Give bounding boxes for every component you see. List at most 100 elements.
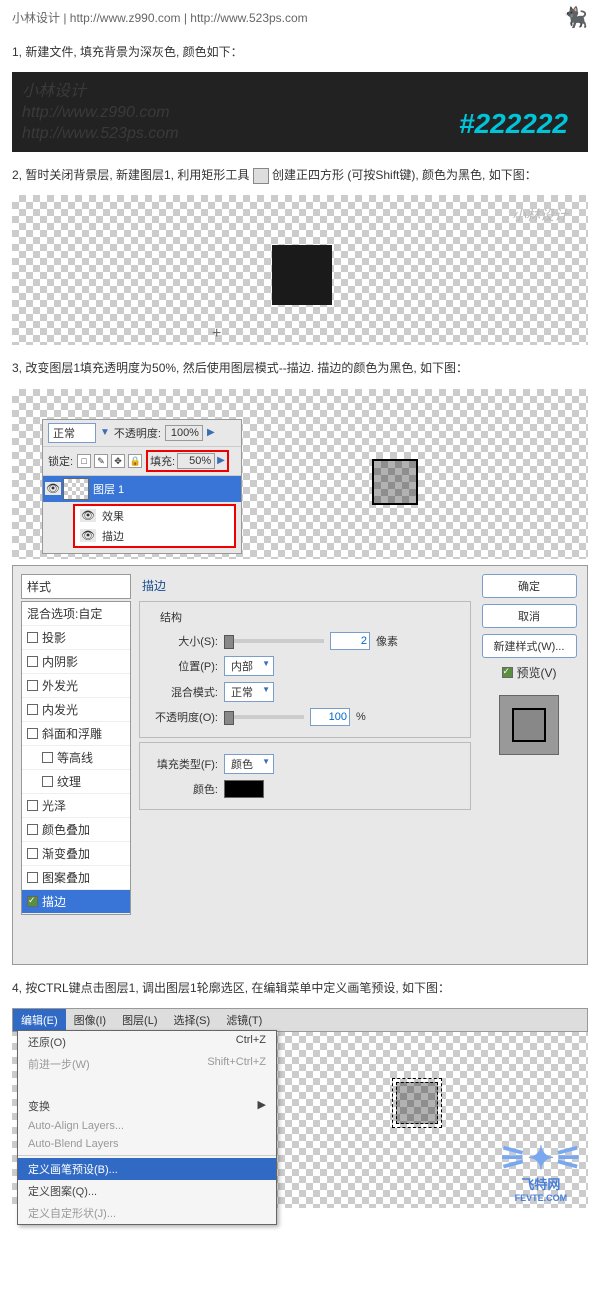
style-item[interactable]: 内发光 [22,698,130,722]
credit-text: 小林设计 | http://www.z990.com | http://www.… [12,9,308,26]
fill-highlight: 填充: 50% ▶ [146,450,229,472]
position-label: 位置(P): [148,658,218,674]
style-item[interactable]: 内阴影 [22,650,130,674]
style-item[interactable]: 纹理 [22,770,130,794]
style-item[interactable]: 投影 [22,626,130,650]
size-row: 大小(S): 2 像素 [148,629,462,653]
layers-panel: 正常 ▼ 不透明度: 100% ▶ 锁定: □✎✥🔒 填充: 50% ▶ 👁 图… [42,419,242,554]
blend-options-item[interactable]: 混合选项:自定 [22,602,130,626]
style-item[interactable]: 外发光 [22,674,130,698]
checkbox[interactable] [27,704,38,715]
color-code: #222222 [459,108,568,140]
crosshair-icon: + [212,325,221,343]
size-slider[interactable] [224,639,324,643]
checkbox[interactable] [27,632,38,643]
preview-checkbox[interactable] [502,667,513,678]
arrow-icon[interactable]: ▶ [217,455,225,466]
step-2-text-a: 2, 暂时关闭背景层, 新建图层1, 利用矩形工具 [12,168,249,182]
opacity-input[interactable]: 100 [310,708,350,726]
pct-label: % [356,711,366,723]
torn-edge [18,1075,276,1095]
menu-bar: 编辑(E) 图像(I) 图层(L) 选择(S) 滤镜(T) [12,1008,588,1032]
arrow-icon[interactable]: ▶ [207,427,215,438]
watermark: 小林设计 http://www.z990.com http://www.523p… [22,82,179,144]
fill-input[interactable]: 50% [177,453,215,469]
menu-select[interactable]: 选择(S) [166,1009,219,1031]
logo-name: 飞特网 [499,1174,583,1193]
checkbox[interactable] [27,872,38,883]
black-square [272,245,332,305]
checkbox[interactable] [27,680,38,691]
styles-column: 样式 混合选项:自定 投影 内阴影 外发光 内发光 斜面和浮雕 等高线 纹理 光… [21,574,131,956]
dialog-buttons: 确定 取消 新建样式(W)... 预览(V) [479,574,579,956]
style-item[interactable]: 斜面和浮雕 [22,722,130,746]
filltype-label: 填充类型(F): [148,756,218,772]
checkbox[interactable] [27,800,38,811]
size-input[interactable]: 2 [330,632,370,650]
menu-redo: 前进一步(W)Shift+Ctrl+Z [18,1053,276,1075]
menu-define-pattern[interactable]: 定义图案(Q)... [18,1180,276,1202]
blendmode-label: 混合模式: [148,684,218,700]
style-item[interactable]: 图案叠加 [22,866,130,890]
visibility-icon[interactable]: 👁 [80,529,96,542]
menu-image[interactable]: 图像(I) [66,1009,114,1031]
preview-row: 预览(V) [502,664,557,681]
styles-list: 混合选项:自定 投影 内阴影 外发光 内发光 斜面和浮雕 等高线 纹理 光泽 颜… [21,601,131,915]
stroke-row[interactable]: 👁描边 [75,526,234,546]
styles-header[interactable]: 样式 [21,574,131,599]
position-select[interactable]: 内部 [224,656,274,676]
step-3: 3, 改变图层1填充透明度为50%, 然后使用图层模式--描边. 描边的颜色为黑… [0,351,600,382]
blendmode-select[interactable]: 正常 [224,682,274,702]
ok-button[interactable]: 确定 [482,574,577,598]
watermark-2: 小林设计 [512,205,568,225]
canvas-step3: 正常 ▼ 不透明度: 100% ▶ 锁定: □✎✥🔒 填充: 50% ▶ 👁 图… [12,389,588,559]
menu-undo[interactable]: 还原(O)Ctrl+Z [18,1031,276,1053]
opacity-slider[interactable] [224,715,304,719]
checkbox[interactable] [27,656,38,667]
visibility-icon[interactable]: 👁 [80,509,96,522]
position-row: 位置(P): 内部 [148,653,462,679]
layer-thumbnail[interactable] [63,478,89,500]
cat-icon: 🐈‍⬛ [563,5,588,30]
menu-transform[interactable]: 变换▶ [18,1095,276,1117]
blend-mode-select[interactable]: 正常 [48,423,96,443]
menu-edit[interactable]: 编辑(E) [13,1009,66,1031]
style-item[interactable]: 渐变叠加 [22,842,130,866]
dropdown-arrow-icon[interactable]: ▼ [100,427,110,438]
style-item-stroke[interactable]: 描边 [22,890,130,914]
effects-row[interactable]: 👁效果 [75,506,234,526]
filltype-select[interactable]: 颜色 [224,754,274,774]
checkbox[interactable] [42,752,53,763]
menu-define-shape: 定义自定形状(J)... [18,1202,276,1224]
lock-icons[interactable]: □✎✥🔒 [77,454,142,468]
color-swatch[interactable] [224,780,264,798]
stroke-settings: 描边 结构 大小(S): 2 像素 位置(P): 内部 混合模式: 正常 不透明… [139,574,471,956]
selection-square [392,1078,442,1128]
layer-row[interactable]: 👁 图层 1 [43,476,241,502]
visibility-icon[interactable]: 👁 [45,482,61,495]
lock-row: 锁定: □✎✥🔒 填充: 50% ▶ [43,447,241,476]
style-item[interactable]: 光泽 [22,794,130,818]
result-square [372,459,418,505]
px-label: 像素 [376,633,398,649]
step-1: 1, 新建文件, 填充背景为深灰色, 颜色如下： [0,35,600,66]
checkbox[interactable] [27,824,38,835]
menu-layer[interactable]: 图层(L) [114,1009,165,1031]
step-4-text: 4, 按CTRL键点击图层1, 调出图层1轮廓选区, 在编辑菜单中定义画笔预设,… [12,979,588,998]
checkbox[interactable] [27,848,38,859]
blendmode-row: 混合模式: 正常 [148,679,462,705]
canvas-step4: 编辑(E) 图像(I) 图层(L) 选择(S) 滤镜(T) 还原(O)Ctrl+… [12,1008,588,1208]
page-header: 小林设计 | http://www.z990.com | http://www.… [0,0,600,35]
site-logo: ⚞✦⚟ 飞特网 FEVTE.COM [499,1142,583,1203]
menu-define-brush[interactable]: 定义画笔预设(B)... [18,1158,276,1180]
checkbox[interactable] [27,728,38,739]
newstyle-button[interactable]: 新建样式(W)... [482,634,577,658]
menu-filter[interactable]: 滤镜(T) [218,1009,270,1031]
menu-autoblend: Auto-Blend Layers [18,1135,276,1153]
checkbox-checked[interactable] [27,896,38,907]
opacity-input[interactable]: 100% [165,425,203,441]
style-item[interactable]: 颜色叠加 [22,818,130,842]
checkbox[interactable] [42,776,53,787]
cancel-button[interactable]: 取消 [482,604,577,628]
style-item[interactable]: 等高线 [22,746,130,770]
